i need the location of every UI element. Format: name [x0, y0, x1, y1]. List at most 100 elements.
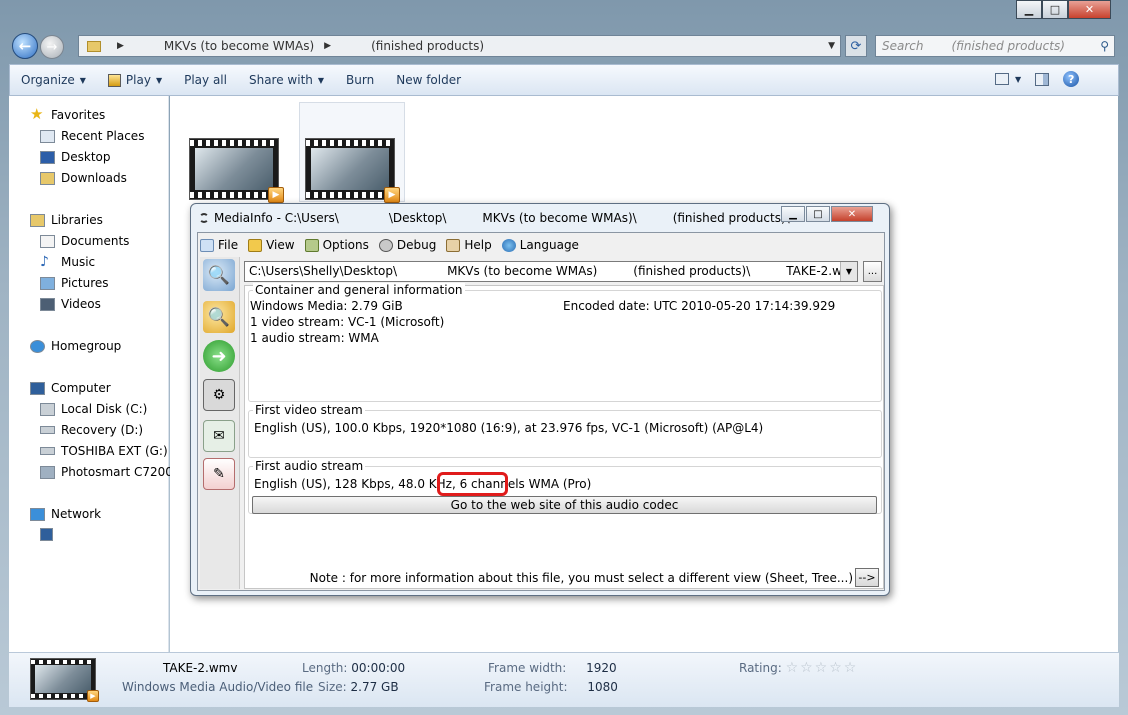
- address-bar[interactable]: ▶ MKVs (to become WMAs) ▶ (finished prod…: [78, 35, 841, 57]
- menu-label: Help: [464, 238, 492, 252]
- nav-documents[interactable]: Documents: [40, 234, 129, 248]
- nav-downloads[interactable]: Downloads: [40, 171, 127, 185]
- burn-button[interactable]: Burn: [335, 65, 385, 95]
- nav-label: Recovery (D:): [61, 423, 144, 437]
- size-value: 2.77 GB: [350, 680, 399, 694]
- nav-libraries[interactable]: Libraries: [30, 213, 103, 227]
- nav-label: Downloads: [61, 171, 127, 185]
- general-format: Windows Media: 2.79 GiB: [250, 299, 403, 313]
- mediainfo-close-button[interactable]: ✕: [831, 206, 873, 222]
- preferences-gear-icon[interactable]: ⚙: [203, 379, 235, 411]
- media-play-icon: ▶: [268, 187, 284, 203]
- chevron-down-icon: ▼: [155, 75, 163, 85]
- address-dropdown-icon[interactable]: ▼: [828, 41, 835, 51]
- forward-arrow-icon: →: [46, 39, 58, 55]
- open-file-magnifier-icon[interactable]: 🔍: [203, 259, 235, 291]
- options-menu-icon: [304, 238, 319, 252]
- contact-email-icon[interactable]: ✉: [203, 420, 235, 452]
- menu-language[interactable]: Language: [501, 238, 579, 252]
- menu-options[interactable]: Options: [304, 238, 369, 252]
- music-icon: ♪: [40, 253, 49, 270]
- nav-label: Homegroup: [51, 339, 122, 353]
- help-icon[interactable]: ?: [1063, 71, 1080, 87]
- audio-stream-title: First audio stream: [253, 459, 366, 473]
- file-path-combobox[interactable]: C:\Users\Shelly\Desktop\ MKVs (to become …: [244, 261, 858, 282]
- film-strip: [306, 192, 394, 198]
- nav-recovery[interactable]: Recovery (D:): [40, 423, 143, 437]
- edit-notes-icon[interactable]: ✎: [203, 458, 235, 490]
- audio-codec-website-button[interactable]: Go to the web site of this audio codec: [252, 496, 877, 514]
- size-label: Size:: [318, 680, 347, 694]
- mediainfo-sidebar: 🔍 🔍 ➜ ⚙ ✉ ✎: [200, 257, 240, 589]
- breadcrumb-segment-finished[interactable]: (finished products): [371, 39, 484, 53]
- share-with-label: Share with: [248, 73, 313, 87]
- breadcrumb-separator-icon[interactable]: ▶: [117, 41, 124, 51]
- combo-path-part: (finished products)\: [633, 264, 751, 278]
- breadcrumb-segment-mkvs[interactable]: MKVs (to become WMAs): [164, 39, 314, 53]
- menu-label: File: [218, 238, 239, 252]
- film-strip: [31, 660, 95, 664]
- preview-pane-icon[interactable]: [1035, 72, 1050, 86]
- search-input[interactable]: Search (finished products) ⚲: [875, 35, 1115, 57]
- forward-button[interactable]: →: [40, 35, 64, 59]
- general-info-group: Container and general information Window…: [248, 283, 882, 402]
- video-stream-group: First video stream English (US), 100.0 K…: [248, 403, 882, 458]
- mediainfo-title: MediaInfo - C:\Users\ \Desktop\ MKVs (to…: [199, 211, 790, 225]
- nav-network-computer[interactable]: [40, 528, 53, 541]
- nav-music[interactable]: ♪ Music: [40, 253, 95, 270]
- mediainfo-maximize-button[interactable]: □: [806, 206, 830, 222]
- menu-debug[interactable]: Debug: [378, 238, 436, 252]
- minimize-button[interactable]: ▁: [1016, 0, 1042, 19]
- video-file-thumbnail-selected[interactable]: ▶: [305, 138, 400, 203]
- globe-icon: [501, 238, 516, 252]
- nav-local-disk[interactable]: Local Disk (C:): [40, 402, 147, 416]
- open-folder-magnifier-icon[interactable]: 🔍: [203, 301, 235, 333]
- browse-button[interactable]: ...: [863, 261, 882, 282]
- navigation-pane: ★ Favorites Recent Places Desktop Downloa…: [9, 96, 183, 652]
- close-button[interactable]: ✕: [1068, 0, 1111, 19]
- audio-info-prefix: English (US), 128 Kbps, 48.0 KHz,: [254, 477, 456, 491]
- chevron-down-icon[interactable]: ▼: [1015, 75, 1021, 84]
- nav-computer[interactable]: Computer: [30, 381, 111, 395]
- maximize-button[interactable]: □: [1042, 0, 1068, 19]
- thumbnail-image: [35, 665, 91, 693]
- play-button[interactable]: Play ▼: [97, 65, 173, 95]
- search-icon[interactable]: ⚲: [1100, 39, 1109, 53]
- play-all-button[interactable]: Play all: [173, 65, 238, 95]
- menu-file[interactable]: File: [200, 238, 238, 252]
- nav-network[interactable]: Network: [30, 507, 101, 521]
- menu-label: View: [266, 238, 295, 252]
- combo-dropdown-icon[interactable]: ▼: [840, 262, 857, 281]
- back-button[interactable]: ←: [12, 33, 38, 59]
- video-file-thumbnail[interactable]: ▶: [189, 138, 284, 203]
- next-arrow-icon[interactable]: ➜: [203, 340, 235, 372]
- next-view-button[interactable]: -->: [855, 568, 879, 587]
- share-with-button[interactable]: Share with ▼: [238, 65, 335, 95]
- back-arrow-icon: ←: [18, 37, 32, 55]
- breadcrumb-separator-icon[interactable]: ▶: [324, 41, 331, 51]
- search-label: Search: [882, 39, 924, 53]
- refresh-button[interactable]: ⟳: [845, 35, 867, 57]
- nav-toshiba[interactable]: TOSHIBA EXT (G:): [40, 444, 168, 458]
- menu-view[interactable]: View: [248, 238, 295, 252]
- new-folder-button[interactable]: New folder: [385, 65, 472, 95]
- mediainfo-window: MediaInfo - C:\Users\ \Desktop\ MKVs (to…: [190, 203, 890, 596]
- nav-desktop[interactable]: Desktop: [40, 150, 111, 164]
- video-stream-title: First video stream: [253, 403, 365, 417]
- mediainfo-menubar: File View Options Debug Help Language: [200, 235, 579, 255]
- nav-videos[interactable]: Videos: [40, 297, 101, 311]
- nav-homegroup[interactable]: Homegroup: [30, 339, 121, 353]
- organize-button[interactable]: Organize ▼: [10, 65, 97, 95]
- nav-recent-places[interactable]: Recent Places: [40, 129, 144, 143]
- nav-pictures[interactable]: Pictures: [40, 276, 109, 290]
- computer-icon: [40, 528, 53, 541]
- menu-label: Language: [519, 238, 579, 252]
- mediainfo-caption-buttons: ▁ □ ✕: [781, 206, 873, 222]
- change-view-icon[interactable]: [995, 73, 1009, 85]
- mediainfo-minimize-button[interactable]: ▁: [781, 206, 805, 222]
- menu-help[interactable]: Help: [446, 238, 492, 252]
- file-menu-icon: [200, 238, 214, 252]
- rating-stars[interactable]: ☆☆☆☆☆: [786, 660, 859, 676]
- nav-photosmart[interactable]: Photosmart C7200 s: [40, 465, 183, 479]
- nav-favorites[interactable]: ★ Favorites: [30, 107, 105, 122]
